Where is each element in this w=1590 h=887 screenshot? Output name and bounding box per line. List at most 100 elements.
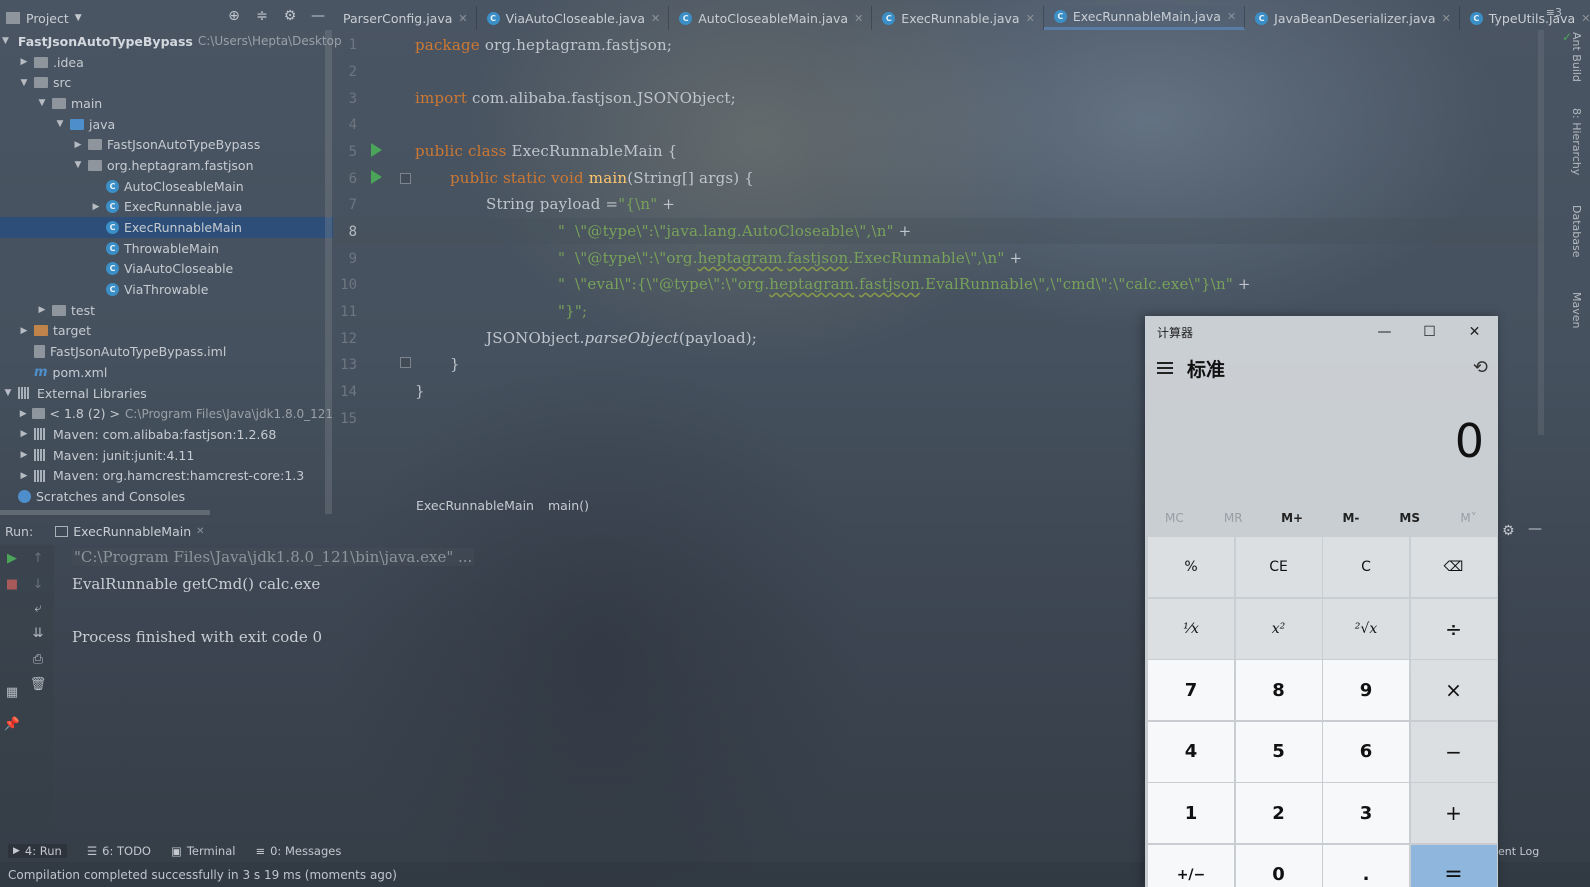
expand-arrow-icon[interactable]: ▼ [2,388,14,398]
tool-tab-database[interactable]: Database [1570,205,1583,258]
rerun-icon[interactable]: ▶ [5,551,19,566]
clear-entry-button[interactable]: CE [1235,537,1322,597]
tool-tab-todo[interactable]: ☰ 6: TODO [87,844,151,858]
tree-item-execrunnablemain[interactable]: C ExecRunnableMain [0,217,333,238]
digit-1-button[interactable]: 1 [1148,783,1234,843]
history-icon[interactable]: ⟲ [1473,357,1488,378]
digit-9-button[interactable]: 9 [1323,660,1409,720]
tab-parserconfig[interactable]: ParserConfig.java ✕ [333,6,477,30]
tree-item-package-org-heptagram-fastjson[interactable]: ▼ org.heptagram.fastjson [0,155,333,176]
digit-3-button[interactable]: 3 [1323,783,1409,843]
close-icon[interactable]: ✕ [1227,10,1236,23]
collapse-arrow-icon[interactable]: ▶ [18,429,30,439]
layout-icon[interactable]: ▦ [5,685,19,700]
tree-item-src[interactable]: ▼ src [0,72,333,93]
digit-5-button[interactable]: 5 [1235,721,1322,782]
trash-icon[interactable]: 🗑 [30,677,47,692]
maximize-button[interactable]: ☐ [1407,316,1452,348]
calculator-titlebar[interactable]: 计算器 — ☐ ✕ [1145,316,1498,348]
chevron-down-icon[interactable]: ▼ [75,13,82,23]
subtract-button[interactable]: − [1410,721,1497,782]
gear-icon[interactable]: ⚙ [283,8,297,24]
tab-viaautocloseable[interactable]: C ViaAutoCloseable.java ✕ [477,6,670,30]
percent-button[interactable]: % [1148,537,1234,597]
memory-store-button[interactable]: MS [1380,506,1439,530]
decimal-button[interactable]: . [1323,844,1409,887]
tree-item-external-libraries[interactable]: ▼ External Libraries [0,383,333,404]
tree-item-java[interactable]: ▼ java [0,114,333,135]
project-hscrollbar[interactable] [0,510,210,515]
print-icon[interactable]: ⎙ [31,652,45,667]
digit-2-button[interactable]: 2 [1235,783,1322,843]
close-icon[interactable]: ✕ [651,12,660,25]
tree-item-main[interactable]: ▼ main [0,93,333,114]
expand-arrow-icon[interactable]: ▼ [72,160,84,170]
collapse-arrow-icon[interactable]: ▶ [36,305,48,315]
tool-tab-messages[interactable]: ≡ 0: Messages [255,844,341,858]
digit-7-button[interactable]: 7 [1148,660,1234,720]
equals-button[interactable]: = [1410,844,1497,887]
close-icon[interactable]: ✕ [1581,12,1590,25]
expand-arrow-icon[interactable]: ▼ [2,36,9,46]
close-icon[interactable]: ✕ [854,12,863,25]
close-icon[interactable]: ✕ [1026,12,1035,25]
tree-item-viathrowable[interactable]: C ViaThrowable [0,279,333,300]
tree-item-autocloseablemain[interactable]: C AutoCloseableMain [0,176,333,197]
run-method-icon[interactable] [371,170,382,184]
tree-item-pom[interactable]: m pom.xml [0,362,333,383]
divide-button[interactable]: ÷ [1410,598,1497,659]
square-button[interactable]: x² [1235,598,1322,659]
digit-6-button[interactable]: 6 [1323,721,1409,782]
tool-tab-hierarchy[interactable]: 8: Hierarchy [1570,108,1583,175]
collapse-arrow-icon[interactable]: ▶ [18,409,28,419]
expand-arrow-icon[interactable]: ▼ [36,98,48,108]
tab-typeutils[interactable]: C TypeUtils.java ✕ [1460,6,1590,30]
expand-arrow-icon[interactable]: ▼ [18,78,30,88]
menu-icon[interactable] [1157,362,1173,374]
close-icon[interactable]: ✕ [1442,12,1451,25]
hide-panel-icon[interactable]: — [311,8,325,24]
minimize-button[interactable]: — [1362,316,1407,348]
backspace-button[interactable]: ⌫ [1410,537,1497,597]
tool-tab-run[interactable]: ▶ 4: Run [8,844,67,858]
tab-execrunnable[interactable]: C ExecRunnable.java ✕ [872,6,1044,30]
collapse-arrow-icon[interactable]: ▶ [18,57,30,67]
run-tab-execrunnablemain[interactable]: ExecRunnableMain ✕ [49,524,210,539]
memory-recall-button[interactable]: MR [1204,506,1263,530]
memory-subtract-button[interactable]: M- [1321,506,1380,530]
tree-item-viaautocloseable[interactable]: C ViaAutoCloseable [0,259,333,280]
collapse-arrow-icon[interactable]: ▶ [72,140,84,150]
tree-item-scratches[interactable]: Scratches and Consoles [0,486,333,507]
memory-add-button[interactable]: M+ [1263,506,1322,530]
fold-marker-icon[interactable] [400,357,411,368]
expand-arrow-icon[interactable]: ▼ [54,119,66,129]
tab-autocloseablemain[interactable]: C AutoCloseableMain.java ✕ [669,6,873,30]
gear-icon[interactable]: ⚙ [1502,523,1515,539]
tree-item-iml[interactable]: FastJsonAutoTypeBypass.iml [0,341,333,362]
square-root-button[interactable]: ²√x [1323,598,1409,659]
close-icon[interactable]: ✕ [458,12,467,25]
collapse-arrow-icon[interactable]: ▶ [18,471,30,481]
digit-0-button[interactable]: 0 [1235,844,1322,887]
run-class-icon[interactable] [371,143,382,157]
tree-root[interactable]: ▼ FastJsonAutoTypeBypass C:\Users\Hepta\… [0,31,342,52]
tool-tab-ant-build[interactable]: Ant Build [1570,32,1583,82]
editor-scrollbar[interactable] [1538,30,1544,435]
scroll-up-icon[interactable]: ↑ [31,551,45,566]
tree-item-execrunnable[interactable]: ▶ C ExecRunnable.java [0,197,333,218]
soft-wrap-icon[interactable]: ⤶ [31,601,45,616]
tab-execrunnablemain[interactable]: C ExecRunnableMain.java ✕ [1043,6,1246,30]
collapse-all-icon[interactable]: ≑ [255,8,269,24]
pin-icon[interactable]: 📌 [4,717,20,732]
project-panel-title[interactable]: Project [26,11,69,26]
tree-item-test[interactable]: ▶ test [0,300,333,321]
tabs-overflow-button[interactable]: ≡3 [1546,6,1562,19]
digit-8-button[interactable]: 8 [1235,660,1322,720]
tree-item-idea[interactable]: ▶ .idea [0,52,333,73]
close-button[interactable]: ✕ [1452,316,1497,348]
tree-item-lib-fastjson[interactable]: ▶ Maven: com.alibaba:fastjson:1.2.68 [0,424,333,445]
tree-item-jdk[interactable]: ▶ < 1.8 (2) > C:\Program Files\Java\jdk1… [0,403,333,424]
breadcrumb-class[interactable]: ExecRunnableMain [416,498,534,513]
tool-tab-maven[interactable]: Maven [1570,292,1583,328]
multiply-button[interactable]: × [1410,660,1497,720]
